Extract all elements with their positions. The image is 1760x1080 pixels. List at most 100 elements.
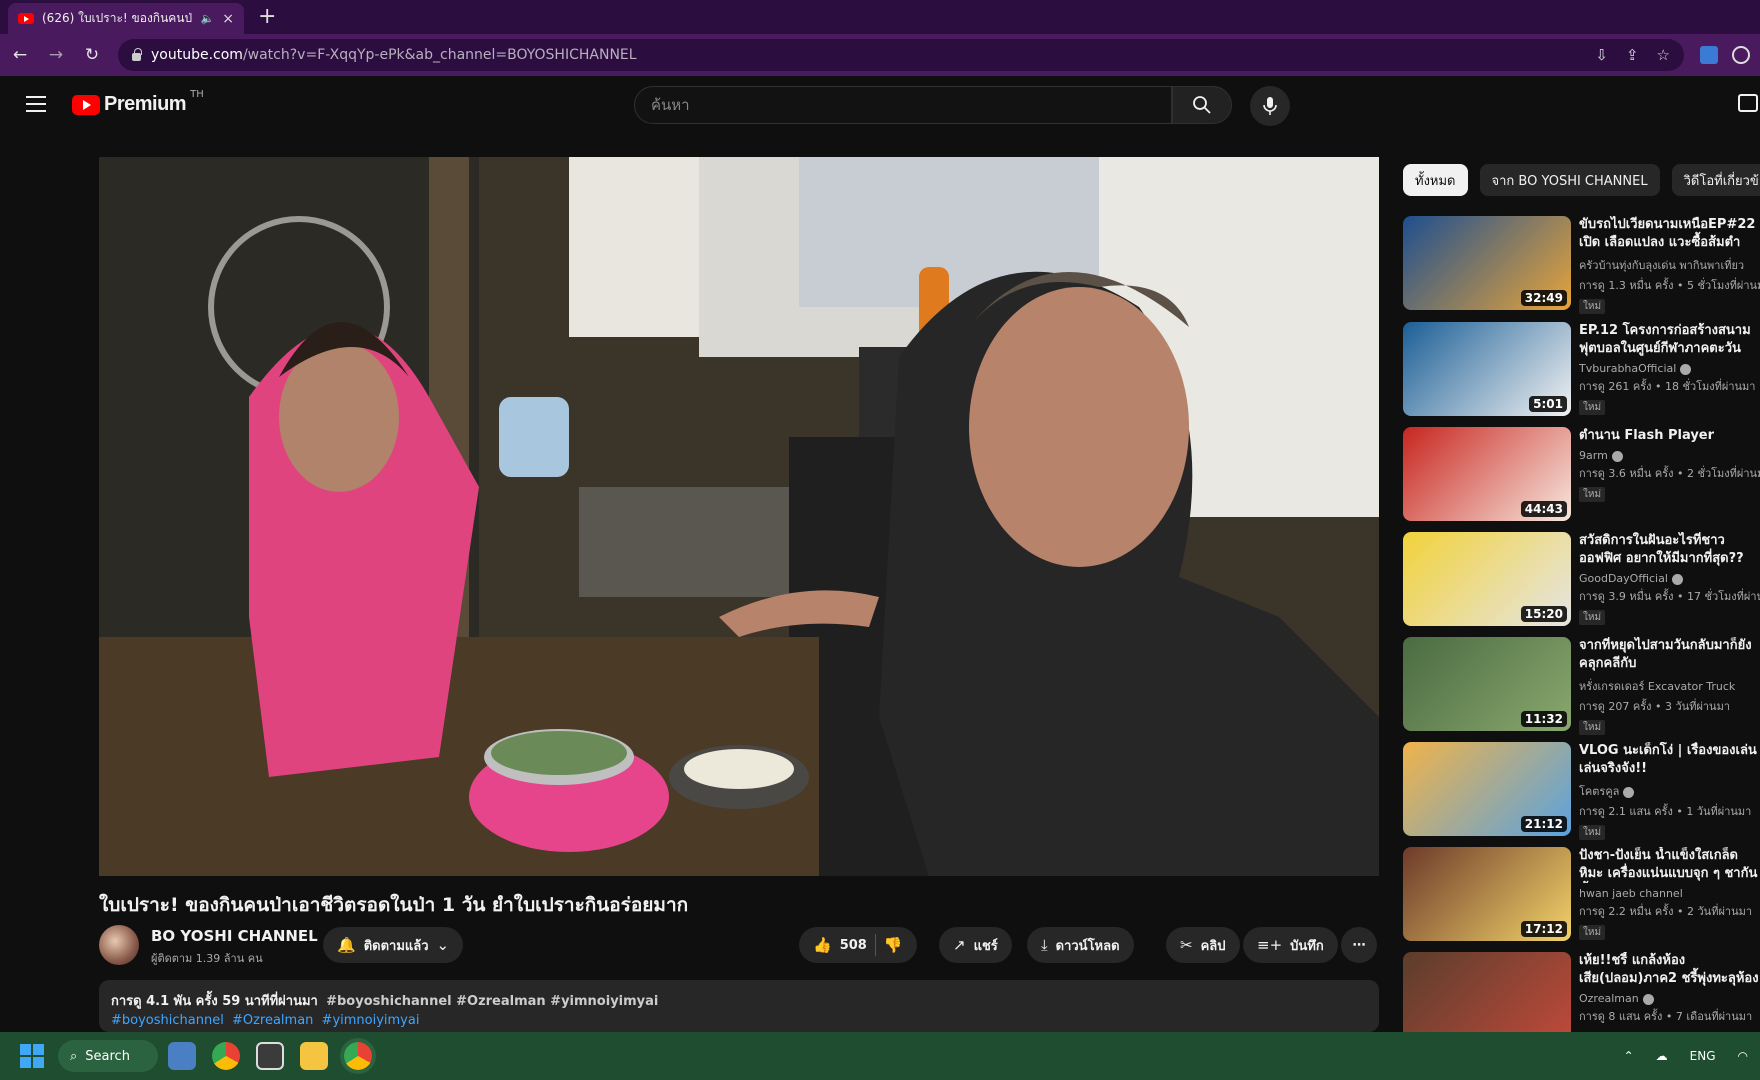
- bookmark-star-icon[interactable]: ☆: [1657, 46, 1670, 64]
- hashtag-link[interactable]: #Ozrealman: [232, 1013, 313, 1028]
- browser-tab[interactable]: (626) ใบเปราะ! ของกินคนป่าเอาชี 🔈 ×: [8, 3, 244, 34]
- video-title-link[interactable]: ตำนาน Flash Player: [1579, 427, 1760, 445]
- menu-icon[interactable]: [26, 96, 46, 112]
- video-meta: การดู 261 ครั้ง • 18 ชั่วโมงที่ผ่านมา: [1579, 380, 1756, 393]
- chrome-icon[interactable]: [212, 1042, 240, 1070]
- url-host: youtube.com: [151, 47, 243, 63]
- recommended-video[interactable]: 21:12 VLOG นะเด็กโง่ | เรื่องของเล่น เล่น…: [1403, 742, 1760, 840]
- video-channel[interactable]: โคตรคูล: [1579, 782, 1760, 800]
- like-icon[interactable]: 👍: [813, 936, 832, 954]
- share-button[interactable]: ↗ แชร์: [939, 927, 1012, 963]
- tab-close-button[interactable]: ×: [222, 11, 234, 27]
- video-title-link[interactable]: VLOG นะเด็กโง่ | เรื่องของเล่น เล่นจริงจ…: [1579, 742, 1760, 778]
- video-thumbnail[interactable]: 44:43: [1403, 427, 1571, 521]
- recommended-video[interactable]: 32:49 ขับรถไปเวียดนามเหนือEP#22 เปิด เลือ…: [1403, 216, 1760, 314]
- reload-icon[interactable]: ↻: [82, 45, 102, 65]
- video-channel[interactable]: ครัวบ้านทุ่งกับลุงเด่น พากินพาเที่ยว: [1579, 256, 1760, 274]
- search-input[interactable]: ค้นหา: [634, 86, 1172, 124]
- video-thumbnail[interactable]: 5:01: [1403, 322, 1571, 416]
- new-badge: ใหม่: [1579, 720, 1606, 735]
- translate-extension-icon[interactable]: [1700, 46, 1718, 64]
- video-title-link[interactable]: จากที่หยุดไปสามวันกลับมาก็ยัง คลุกคลีกับ…: [1579, 637, 1760, 673]
- taskbar-app-icon[interactable]: [168, 1042, 196, 1070]
- video-thumbnail[interactable]: 11:32: [1403, 637, 1571, 731]
- youtube-logo-icon: [72, 94, 100, 115]
- channel-name[interactable]: BO YOSHI CHANNEL: [151, 927, 318, 945]
- windows-start-icon[interactable]: [20, 1044, 44, 1068]
- lock-icon[interactable]: [132, 48, 142, 61]
- url-input[interactable]: youtube.com/watch?v=F-XqqYp-ePk&ab_chann…: [118, 39, 1684, 71]
- dislike-icon[interactable]: 👎: [884, 936, 903, 954]
- video-thumbnail[interactable]: 17:12: [1403, 847, 1571, 941]
- video-thumbnail[interactable]: 21:12: [1403, 742, 1571, 836]
- recommended-video[interactable]: 17:12 ปังชา-ปังเย็น น้ำแข็งใสเกล็ดหิมะ เค…: [1403, 847, 1760, 941]
- more-actions-button[interactable]: ⋯: [1341, 927, 1377, 963]
- video-player[interactable]: [99, 157, 1379, 876]
- forward-icon[interactable]: →: [46, 45, 66, 65]
- search-placeholder: ค้นหา: [651, 96, 690, 114]
- file-explorer-icon[interactable]: [300, 1042, 328, 1070]
- address-bar: ← → ↻ youtube.com/watch?v=F-XqqYp-ePk&ab…: [0, 34, 1760, 76]
- chip-all[interactable]: ทั้งหมด: [1403, 164, 1468, 196]
- recommended-video[interactable]: 44:43 ตำนาน Flash Player 9arm การดู 3.6 หมื…: [1403, 427, 1760, 521]
- video-info: จากที่หยุดไปสามวันกลับมาก็ยัง คลุกคลีกับ…: [1579, 637, 1760, 735]
- video-title-link[interactable]: ปังชา-ปังเย็น น้ำแข็งใสเกล็ดหิมะ เครื่อง…: [1579, 847, 1760, 883]
- video-info: VLOG นะเด็กโง่ | เรื่องของเล่น เล่นจริงจ…: [1579, 742, 1760, 840]
- taskbar-search[interactable]: ⌕ Search: [58, 1040, 158, 1072]
- wifi-icon[interactable]: ◠: [1738, 1049, 1748, 1063]
- recommended-video[interactable]: 15:20 สวัสดิการในฝันอะไรที่ชาวออฟฟิศ อยาก…: [1403, 532, 1760, 626]
- search-button[interactable]: [1172, 86, 1232, 124]
- video-thumbnail[interactable]: 15:20: [1403, 532, 1571, 626]
- video-channel[interactable]: 9arm: [1579, 449, 1760, 462]
- video-thumbnail[interactable]: 32:49: [1403, 216, 1571, 310]
- video-title-link[interactable]: EP.12 โครงการก่อสร้างสนาม ฟุตบอลในศูนย์ก…: [1579, 322, 1760, 358]
- speaker-icon[interactable]: 🔈: [201, 12, 215, 25]
- chip-from-channel[interactable]: จาก BO YOSHI CHANNEL: [1479, 164, 1660, 196]
- chip-related[interactable]: วิดีโอที่เกี่ยวข้อง: [1671, 164, 1760, 196]
- chevron-up-icon[interactable]: ⌃: [1624, 1049, 1634, 1063]
- voice-search-button[interactable]: [1250, 86, 1290, 126]
- profile-icon[interactable]: [1732, 46, 1750, 64]
- install-icon[interactable]: ⇩: [1595, 46, 1608, 64]
- new-tab-button[interactable]: +: [258, 4, 276, 29]
- video-info: EP.12 โครงการก่อสร้างสนาม ฟุตบอลในศูนย์ก…: [1579, 322, 1760, 415]
- video-duration: 5:01: [1529, 396, 1567, 412]
- video-title-link[interactable]: ขับรถไปเวียดนามเหนือEP#22 เปิด เลือดแปลง…: [1579, 216, 1760, 252]
- create-video-icon[interactable]: [1738, 94, 1758, 112]
- chrome-active-icon[interactable]: [344, 1042, 372, 1070]
- download-button[interactable]: ⤓ ดาวน์โหลด: [1027, 927, 1134, 963]
- clip-button[interactable]: ✂ คลิป: [1166, 927, 1240, 963]
- video-channel[interactable]: หรั่งเกรดเดอร์ Excavator Truck: [1579, 677, 1760, 695]
- video-channel-name: GoodDayOfficial: [1579, 572, 1668, 585]
- recommended-video[interactable]: 11:32 จากที่หยุดไปสามวันกลับมาก็ยัง คลุกค…: [1403, 637, 1760, 735]
- video-title-link[interactable]: สวัสดิการในฝันอะไรที่ชาวออฟฟิศ อยากให้มี…: [1579, 532, 1760, 568]
- youtube-premium-logo[interactable]: Premium TH: [72, 89, 204, 116]
- video-channel[interactable]: TvburabhaOfficial: [1579, 362, 1760, 375]
- back-icon[interactable]: ←: [10, 45, 30, 65]
- like-count[interactable]: 508: [840, 938, 867, 953]
- vnc-icon[interactable]: [256, 1042, 284, 1070]
- video-channel[interactable]: Ozrealman: [1579, 992, 1760, 1005]
- hashtag-link[interactable]: #yimnoiyimyai: [322, 1013, 420, 1028]
- hashtag-link[interactable]: #boyoshichannel: [111, 1013, 224, 1028]
- taskbar-search-label: Search: [85, 1048, 130, 1064]
- share-page-icon[interactable]: ⇪: [1626, 46, 1639, 64]
- video-meta: การดู 1.3 หมื่น ครั้ง • 5 ชั่วโมงที่ผ่าน…: [1579, 279, 1760, 292]
- video-title-link[interactable]: เห้ย!!ชรี้ แกล้งห้อง เสีย(ปลอม)ภาค2 ชรี้…: [1579, 952, 1760, 988]
- video-channel[interactable]: GoodDayOfficial: [1579, 572, 1760, 585]
- recommended-video[interactable]: 5:01 EP.12 โครงการก่อสร้างสนาม ฟุตบอลในศู…: [1403, 322, 1760, 416]
- new-badge: ใหม่: [1579, 610, 1606, 625]
- subscribe-button[interactable]: 🔔 ติดตามแล้ว ⌄: [323, 927, 464, 963]
- video-channel[interactable]: hwan jaeb channel: [1579, 887, 1760, 900]
- video-info: สวัสดิการในฝันอะไรที่ชาวออฟฟิศ อยากให้มี…: [1579, 532, 1760, 625]
- url-path: /watch?v=F-XqqYp-ePk&ab_channel=BOYOSHIC…: [242, 47, 637, 63]
- channel-avatar[interactable]: [99, 925, 139, 965]
- description-box[interactable]: การดู 4.1 พัน ครั้ง 59 นาทีที่ผ่านมา #bo…: [99, 980, 1379, 1032]
- language-indicator[interactable]: ENG: [1690, 1049, 1716, 1063]
- video-meta: การดู 2.2 หมื่น ครั้ง • 2 วันที่ผ่านมา: [1579, 905, 1753, 918]
- video-channel-name: Ozrealman: [1579, 992, 1639, 1005]
- share-icon: ↗: [953, 936, 966, 954]
- cloud-icon[interactable]: ☁: [1656, 1049, 1668, 1063]
- inline-tags: #boyoshichannel #Ozrealman #yimnoiyimyai: [326, 994, 659, 1009]
- save-button[interactable]: ≡+ บันทึก: [1243, 927, 1338, 963]
